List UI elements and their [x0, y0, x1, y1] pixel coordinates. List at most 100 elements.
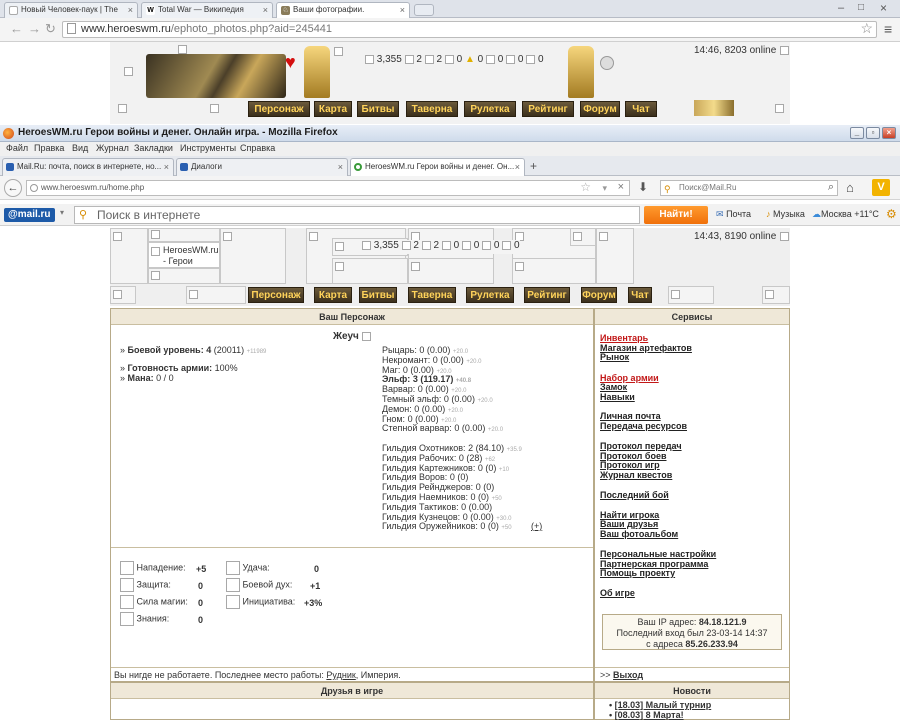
music-link[interactable]: ♪ Музыка — [766, 209, 805, 219]
mailru-search-input[interactable]: ⚲ Поиск в интернете — [74, 206, 640, 224]
faction-row: Эльф: 3 (119.17) +40.8 — [382, 374, 472, 385]
nav-chat-outer[interactable]: Чат — [625, 101, 657, 117]
news-item[interactable]: • [18.03] Малый турнир — [609, 700, 711, 710]
guild-row: Гильдия Оружейников: 0 (0) +50 — [382, 521, 512, 532]
faction-row: Рыцарь: 0 (0.00) +20.0 — [382, 345, 469, 355]
weather-link[interactable]: ☁Москва +11°C — [812, 209, 879, 220]
maximize-icon[interactable]: □ — [858, 2, 864, 13]
nav-forum-outer[interactable]: Форум — [580, 101, 620, 117]
menu-tools[interactable]: Инструменты — [180, 142, 236, 155]
stat-luck: Удача: — [226, 561, 270, 575]
nav-rating-outer[interactable]: Рейтинг — [522, 101, 574, 117]
close-tab-icon[interactable]: × — [515, 159, 520, 175]
logout-link[interactable]: Выход — [613, 670, 643, 680]
menu-file[interactable]: Файл — [6, 142, 28, 155]
service-link[interactable]: Ваши друзья — [600, 519, 658, 529]
menu-help[interactable]: Справка — [240, 142, 275, 155]
close-tab-icon[interactable]: × — [164, 159, 169, 175]
expand-guilds-link[interactable]: (+) — [531, 521, 542, 531]
nav-map-outer[interactable]: Карта — [314, 101, 352, 117]
reload-icon[interactable]: ↻ — [45, 22, 56, 36]
header-cell — [110, 228, 148, 284]
restore-icon[interactable]: ▫ — [866, 127, 880, 139]
close-window-icon[interactable]: × — [880, 1, 887, 15]
mail-link[interactable]: ✉ Почта — [716, 209, 751, 220]
character-name[interactable]: Жеуч — [333, 331, 359, 342]
search-icon[interactable]: ⌕ — [828, 180, 834, 194]
nav-map[interactable]: Карта — [314, 287, 352, 303]
service-link[interactable]: Персональные настройки — [600, 549, 716, 559]
mailru-logo[interactable]: @mail.ru — [4, 208, 55, 222]
service-link[interactable]: Протокол передач — [600, 441, 682, 451]
logout-row: >> Выход — [600, 670, 644, 680]
minimize-icon[interactable]: – — [838, 2, 844, 14]
inner-tab-dialogs[interactable]: Диалоги × — [176, 158, 348, 176]
guild-row: Гильдия Рабочих: 0 (28) +62 — [382, 452, 496, 463]
mana-value: 0 / 0 — [156, 373, 174, 383]
dropdown-icon[interactable]: ▾ — [602, 181, 607, 195]
service-link[interactable]: Инвентарь — [600, 333, 648, 343]
bookmark-star-icon[interactable]: ☆ — [860, 21, 873, 36]
service-link[interactable]: Помощь проекту — [600, 568, 675, 578]
outer-tab-photos[interactable]: ♘ Ваши фотографии. × — [276, 2, 410, 18]
minimize-icon[interactable]: _ — [850, 127, 864, 139]
outer-tab-spiderman[interactable]: Новый Человек-паук | The × — [4, 2, 138, 18]
nav-character[interactable]: Персонаж — [248, 287, 304, 303]
stat-attack: Нападение: — [120, 561, 186, 575]
outer-tab-totalwar[interactable]: W Total War — Википедия × — [141, 2, 273, 18]
nav-roulette-outer[interactable]: Рулетка — [464, 101, 516, 117]
new-tab-button[interactable] — [414, 4, 434, 16]
menu-icon[interactable]: ≡ — [884, 21, 892, 37]
close-tab-icon[interactable]: × — [263, 3, 268, 17]
menu-view[interactable]: Вид — [72, 142, 88, 155]
inner-tab-heroes[interactable]: HeroesWM.ru Герои войны и денег. Он... × — [350, 158, 525, 176]
back-icon[interactable]: ← — [10, 22, 23, 36]
close-tab-icon[interactable]: × — [128, 3, 133, 17]
nav-chat[interactable]: Чат — [628, 287, 652, 303]
service-link[interactable]: Последний бой — [600, 490, 669, 500]
service-link[interactable]: Протокол игр — [600, 460, 660, 470]
menu-bookmarks[interactable]: Закладки — [134, 142, 173, 155]
service-link[interactable]: Передача ресурсов — [600, 421, 687, 431]
news-item[interactable]: • [08.03] 8 Марта! — [609, 710, 684, 720]
nav-battles-outer[interactable]: Битвы — [357, 101, 399, 117]
service-link[interactable]: Навыки — [600, 392, 635, 402]
bookmark-star-icon[interactable]: ☆ — [580, 180, 591, 194]
gear-icon[interactable]: ⚙ — [886, 207, 897, 221]
new-tab-button[interactable]: + — [530, 159, 537, 173]
service-link[interactable]: Замок — [600, 382, 627, 392]
download-icon[interactable]: ⬇ — [638, 180, 648, 194]
header-cell — [512, 258, 596, 284]
nav-tavern[interactable]: Таверна — [408, 287, 456, 303]
close-tab-icon[interactable]: × — [400, 3, 405, 17]
nav-battles[interactable]: Битвы — [359, 287, 397, 303]
service-link[interactable]: Рынок — [600, 352, 629, 362]
forward-icon[interactable]: → — [28, 22, 41, 36]
nav-rating[interactable]: Рейтинг — [524, 287, 570, 303]
stop-icon[interactable]: × — [618, 180, 624, 194]
stat-luck-value: 0 — [314, 564, 320, 574]
vpn-extension-icon[interactable]: V — [872, 179, 890, 196]
search-placeholder: Поиск@Mail.Ru — [679, 183, 737, 192]
nav-tavern-outer[interactable]: Таверна — [406, 101, 458, 117]
address-bar[interactable]: www.heroeswm.ru/ephoto_photos.php?aid=24… — [62, 21, 877, 38]
close-icon[interactable]: × — [882, 127, 896, 139]
close-tab-icon[interactable]: × — [338, 159, 343, 175]
mailru-find-button[interactable]: Найти! — [644, 206, 708, 224]
nav-forum[interactable]: Форум — [581, 287, 617, 303]
nav-character-outer[interactable]: Персонаж — [248, 101, 310, 117]
work-link[interactable]: Рудник — [326, 670, 355, 680]
menu-history[interactable]: Журнал — [96, 142, 129, 155]
menu-edit[interactable]: Правка — [34, 142, 64, 155]
dropdown-icon[interactable]: ▾ — [60, 208, 64, 217]
inner-search-field[interactable]: ⚲ Поиск@Mail.Ru ⌕ — [660, 180, 838, 196]
service-link[interactable]: Об игре — [600, 588, 635, 598]
inner-tab-mailru[interactable]: Mail.Ru: почта, поиск в интернете, но...… — [2, 158, 174, 176]
service-link[interactable]: Ваш фотоальбом — [600, 529, 678, 539]
home-icon[interactable]: ⌂ — [846, 180, 854, 195]
nav-roulette[interactable]: Рулетка — [466, 287, 514, 303]
back-icon[interactable]: ← — [4, 179, 22, 197]
service-link[interactable]: Журнал квестов — [600, 470, 672, 480]
inner-address-bar[interactable]: www.heroeswm.ru/home.php ☆ ▾ × — [26, 180, 630, 196]
service-link[interactable]: Личная почта — [600, 411, 661, 421]
